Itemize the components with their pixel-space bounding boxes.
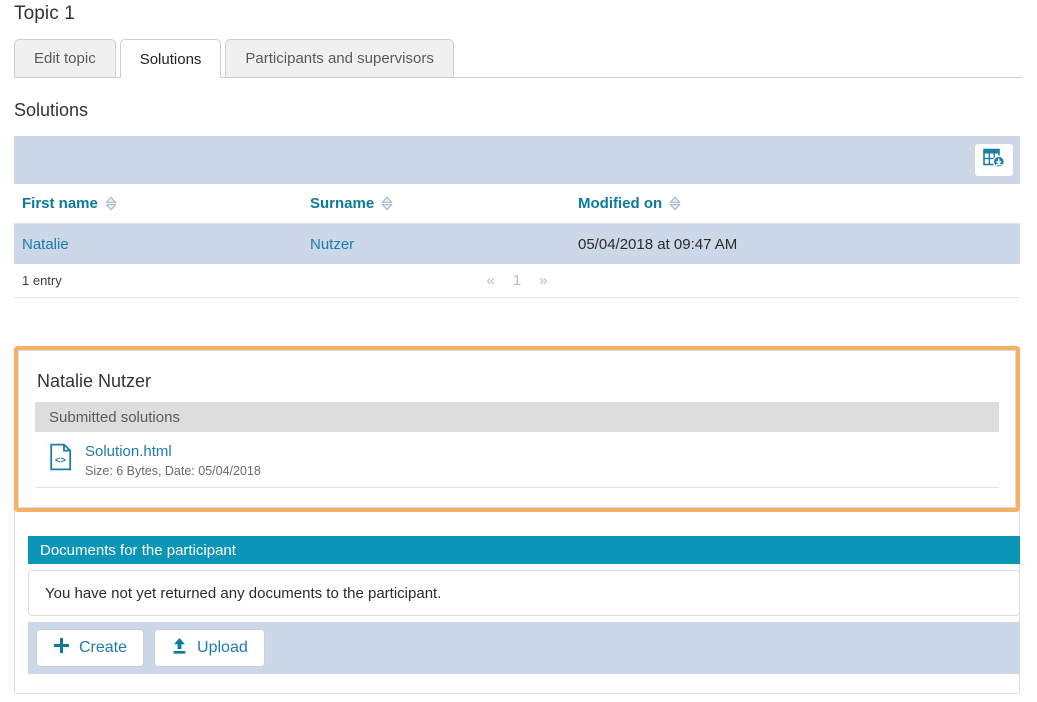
pagination-page-1[interactable]: 1 <box>513 272 521 289</box>
table-toolbar <box>14 136 1020 184</box>
column-header-modified-on[interactable]: Modified on <box>578 195 998 212</box>
column-header-label: Surname <box>310 195 375 212</box>
submitted-solutions-panel: Natalie Nutzer Submitted solutions <> So… <box>18 350 1016 508</box>
pagination-prev[interactable]: « <box>486 272 494 289</box>
sort-updown-icon <box>669 196 681 211</box>
column-header-first-name[interactable]: First name <box>14 195 310 212</box>
plus-icon <box>53 637 70 659</box>
tab-label: Solutions <box>139 50 202 68</box>
tab-edit-topic[interactable]: Edit topic <box>14 39 116 77</box>
documents-section-header: Documents for the participant <box>28 536 1020 564</box>
pagination-next[interactable]: » <box>539 272 547 289</box>
table-download-icon <box>983 148 1005 173</box>
column-header-surname[interactable]: Surname <box>310 195 578 212</box>
export-table-button[interactable] <box>974 143 1014 177</box>
sort-updown-icon <box>381 196 393 211</box>
section-heading: Solutions <box>14 100 89 120</box>
tab-bar: Edit topic Solutions Participants and su… <box>14 38 1022 78</box>
create-document-button[interactable]: Create <box>36 629 145 667</box>
solution-file-row[interactable]: <> Solution.html Size: 6 Bytes, Date: 05… <box>35 432 999 488</box>
solution-file-text: Solution.html Size: 6 Bytes, Date: 05/04… <box>85 443 261 478</box>
solutions-table: First name Surname Modified on Natalie N… <box>14 136 1020 298</box>
create-button-label: Create <box>79 639 128 656</box>
documents-empty-message: You have not yet returned any documents … <box>28 570 1020 616</box>
documents-action-bar: Create Upload <box>28 622 1020 674</box>
surname-link[interactable]: Nutzer <box>310 236 354 253</box>
submitted-solutions-panel-highlight: Natalie Nutzer Submitted solutions <> So… <box>14 346 1020 512</box>
tab-label: Edit topic <box>34 50 96 67</box>
table-row[interactable]: Natalie Nutzer 05/04/2018 at 09:47 AM <box>14 224 1020 264</box>
svg-text:<>: <> <box>55 455 67 466</box>
solution-file-meta: Size: 6 Bytes, Date: 05/04/2018 <box>85 464 261 478</box>
page-title: Topic 1 <box>14 3 75 24</box>
pagination: « 1 » <box>14 272 1020 289</box>
sort-updown-icon <box>105 196 117 211</box>
table-footer: 1 entry « 1 » <box>14 264 1020 298</box>
first-name-link[interactable]: Natalie <box>22 236 69 253</box>
column-header-label: First name <box>22 195 98 212</box>
tab-participants-and-supervisors[interactable]: Participants and supervisors <box>225 39 454 77</box>
table-header-row: First name Surname Modified on <box>14 184 1020 224</box>
documents-for-participant-section: Documents for the participant You have n… <box>28 536 1020 674</box>
upload-document-button[interactable]: Upload <box>154 629 265 667</box>
html-file-icon: <> <box>49 443 73 476</box>
entry-count: 1 entry <box>22 273 62 288</box>
participant-name: Natalie Nutzer <box>37 371 152 391</box>
cell-modified-on: 05/04/2018 at 09:47 AM <box>578 235 738 253</box>
tab-solutions[interactable]: Solutions <box>119 39 222 78</box>
solutions-page: Topic 1 Edit topic Solutions Participant… <box>0 0 1037 702</box>
tab-label: Participants and supervisors <box>245 50 434 67</box>
upload-button-label: Upload <box>197 639 248 656</box>
column-header-label: Modified on <box>578 195 663 212</box>
solution-file-name[interactable]: Solution.html <box>85 443 172 460</box>
cell-first-name: Natalie <box>14 236 310 253</box>
cell-surname: Nutzer <box>310 236 578 253</box>
upload-icon <box>171 637 188 660</box>
submitted-solutions-subheader: Submitted solutions <box>35 402 999 432</box>
